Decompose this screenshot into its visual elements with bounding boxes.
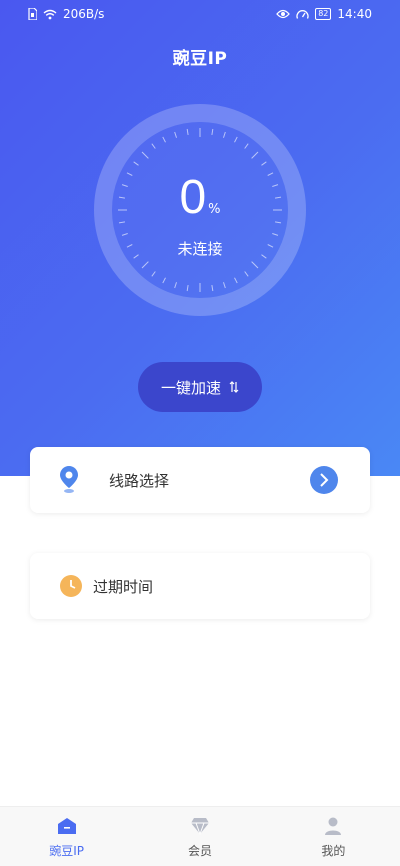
- nav-item-member[interactable]: 会员: [133, 807, 266, 866]
- nav-item-home[interactable]: 豌豆IP: [0, 807, 133, 866]
- wifi-icon: [43, 9, 57, 20]
- sort-arrows-icon: [229, 381, 239, 393]
- route-select-label: 线路选择: [109, 472, 170, 490]
- percent-value: 0: [179, 171, 207, 224]
- status-bar: 206B/s 82 14:40: [0, 0, 400, 28]
- connection-percent: 0%: [94, 170, 306, 225]
- expire-time-label: 过期时间: [93, 578, 154, 596]
- diamond-icon: [190, 817, 210, 838]
- bottom-nav: 豌豆IP 会员 我的: [0, 806, 400, 866]
- nav-label-profile: 我的: [321, 844, 346, 858]
- clock-time: 14:40: [337, 7, 372, 21]
- sim-card-icon: [28, 8, 37, 20]
- clock-icon: [60, 575, 82, 601]
- page-title: 豌豆IP: [172, 49, 228, 69]
- network-speed: 206B/s: [63, 7, 105, 21]
- battery-level: 82: [315, 8, 332, 20]
- chevron-right-icon[interactable]: [310, 466, 338, 494]
- connection-dial: 0% 未连接: [94, 104, 306, 316]
- connection-status: 未连接: [177, 240, 223, 258]
- boost-label: 一键加速: [160, 378, 221, 397]
- eye-icon: [276, 9, 291, 19]
- speedometer-icon: [296, 9, 309, 20]
- user-icon: [324, 817, 342, 838]
- home-icon: [57, 817, 77, 838]
- location-pin-icon: [60, 466, 78, 498]
- percent-unit: %: [208, 202, 221, 217]
- route-select-card[interactable]: 线路选择: [30, 447, 370, 513]
- one-click-boost-button[interactable]: 一键加速: [138, 362, 262, 412]
- nav-item-profile[interactable]: 我的: [267, 807, 400, 866]
- nav-label-home: 豌豆IP: [49, 844, 85, 858]
- nav-label-member: 会员: [187, 844, 212, 858]
- expire-time-card: 过期时间: [30, 553, 370, 619]
